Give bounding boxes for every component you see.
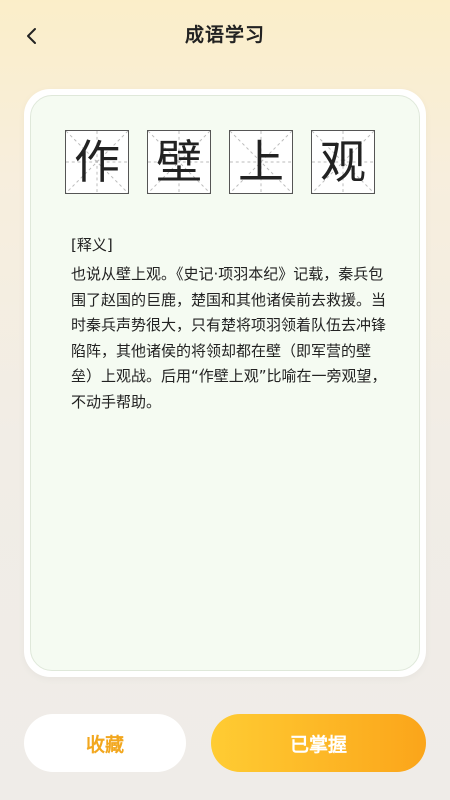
collect-button[interactable]: 收藏: [24, 714, 186, 772]
character-cell: 壁: [147, 130, 211, 194]
character-cell: 作: [65, 130, 129, 194]
idiom-card: 作 壁 上 观 [释义] 也说从壁上观。《史记·项羽本纪》记载，秦兵包围了赵国的…: [24, 89, 426, 677]
mastered-button[interactable]: 已掌握: [211, 714, 426, 772]
character-cell: 上: [229, 130, 293, 194]
top-bar: 成语学习: [0, 0, 450, 70]
idiom-character: 作: [74, 135, 120, 189]
explanation-label: [释义]: [71, 236, 113, 254]
page-title: 成语学习: [184, 24, 265, 46]
explanation-text: 也说从壁上观。《史记·项羽本纪》记载，秦兵包围了赵国的巨鹿，楚国和其他诸侯前去救…: [71, 265, 387, 411]
character-cell: 观: [311, 130, 375, 194]
idiom-character: 观: [320, 135, 366, 189]
idiom-character: 上: [238, 135, 284, 189]
idiom-character: 壁: [156, 135, 202, 189]
idiom-card-content: 作 壁 上 观 [释义] 也说从壁上观。《史记·项羽本纪》记载，秦兵包围了赵国的…: [30, 95, 420, 671]
idiom-character-grid: 作 壁 上 观: [65, 130, 375, 194]
